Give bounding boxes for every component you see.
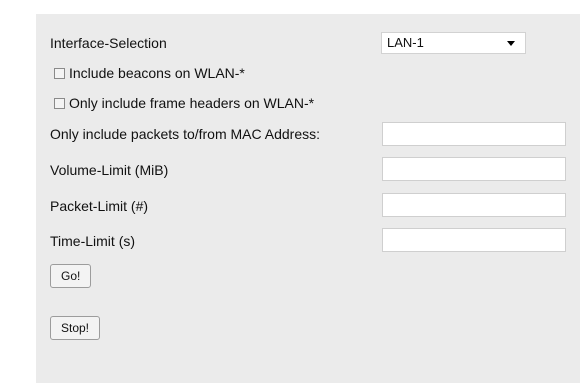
capture-settings-panel: Interface-Selection LAN-1 Include beacon… (36, 14, 580, 383)
include-beacons-checkbox[interactable] (54, 67, 65, 79)
include-beacons-option[interactable]: Include beacons on WLAN-* (54, 64, 245, 82)
mac-address-label: Only include packets to/from MAC Address… (50, 126, 320, 142)
volume-limit-input[interactable] (382, 157, 566, 181)
frame-headers-option[interactable]: Only include frame headers on WLAN-* (54, 94, 314, 112)
interface-select[interactable]: LAN-1 (381, 32, 526, 54)
frame-headers-checkbox[interactable] (54, 97, 65, 109)
time-limit-label: Time-Limit (s) (50, 233, 136, 249)
packet-limit-label: Packet-Limit (#) (50, 198, 149, 214)
stop-button[interactable]: Stop! (50, 316, 101, 340)
include-beacons-label: Include beacons on WLAN-* (69, 65, 245, 81)
mac-address-input[interactable] (382, 122, 566, 146)
interface-select-value: LAN-1 (387, 35, 424, 50)
volume-limit-label: Volume-Limit (MiB) (50, 162, 169, 178)
time-limit-input[interactable] (382, 228, 566, 252)
packet-limit-input[interactable] (382, 193, 566, 217)
interface-selection-label: Interface-Selection (50, 35, 167, 51)
go-button[interactable]: Go! (50, 264, 92, 288)
chevron-down-icon (507, 41, 515, 46)
frame-headers-label: Only include frame headers on WLAN-* (69, 95, 315, 111)
